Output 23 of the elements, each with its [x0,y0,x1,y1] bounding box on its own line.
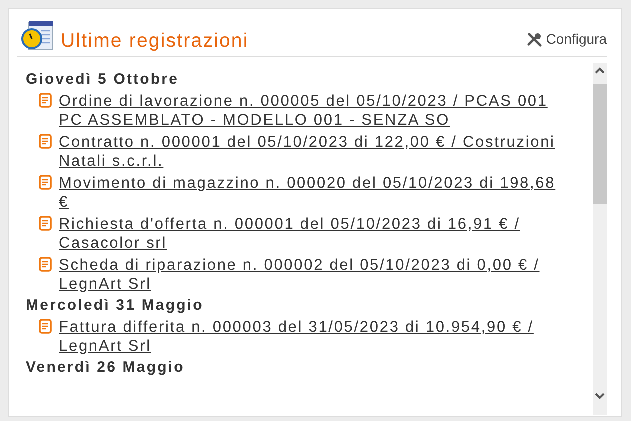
scroll-down-icon[interactable] [594,391,606,401]
record-link[interactable]: Contratto n. 000001 del 05/10/2023 di 122,00 € / Costruzioni Natali s.c.r.l. [59,133,567,171]
document-icon [39,134,52,149]
record-link[interactable]: Richiesta d'offerta n. 000001 del 05/10/2023 di 16,91 € / Casacolor srl [59,215,567,253]
document-icon [39,257,52,272]
record-link[interactable]: Ordine di lavorazione n. 000005 del 05/10/2023 / PCAS 001 PC ASSEMBLATO - MODELLO 001 - SENZA SO [59,92,567,130]
widget-title: Ultime registrazioni [61,30,249,52]
document-icon [39,93,52,108]
document-icon [39,216,52,231]
configure-link[interactable]: Configura [527,29,607,52]
record-link[interactable]: Fattura differita n. 000003 del 31/05/2023 di 10.954,90 € / LegnArt Srl [59,318,567,356]
document-icon [39,319,52,334]
date-heading: Venerdì 26 Maggio [26,359,186,377]
date-heading: Giovedì 5 Ottobre [26,71,180,89]
document-icon [39,175,52,190]
scroll-up-icon[interactable] [594,66,606,76]
date-heading: Mercoledì 31 Maggio [26,297,205,315]
calendar-clock-icon [21,20,55,52]
scrollbar-thumb[interactable] [593,84,607,204]
wrench-icon [527,32,544,48]
scrollbar[interactable] [593,63,607,415]
record-link[interactable]: Scheda di riparazione n. 000002 del 05/10/2023 di 0,00 € / LegnArt Srl [59,256,567,294]
record-link[interactable]: Movimento di magazzino n. 000020 del 05/10/2023 di 198,68 € [59,174,567,212]
